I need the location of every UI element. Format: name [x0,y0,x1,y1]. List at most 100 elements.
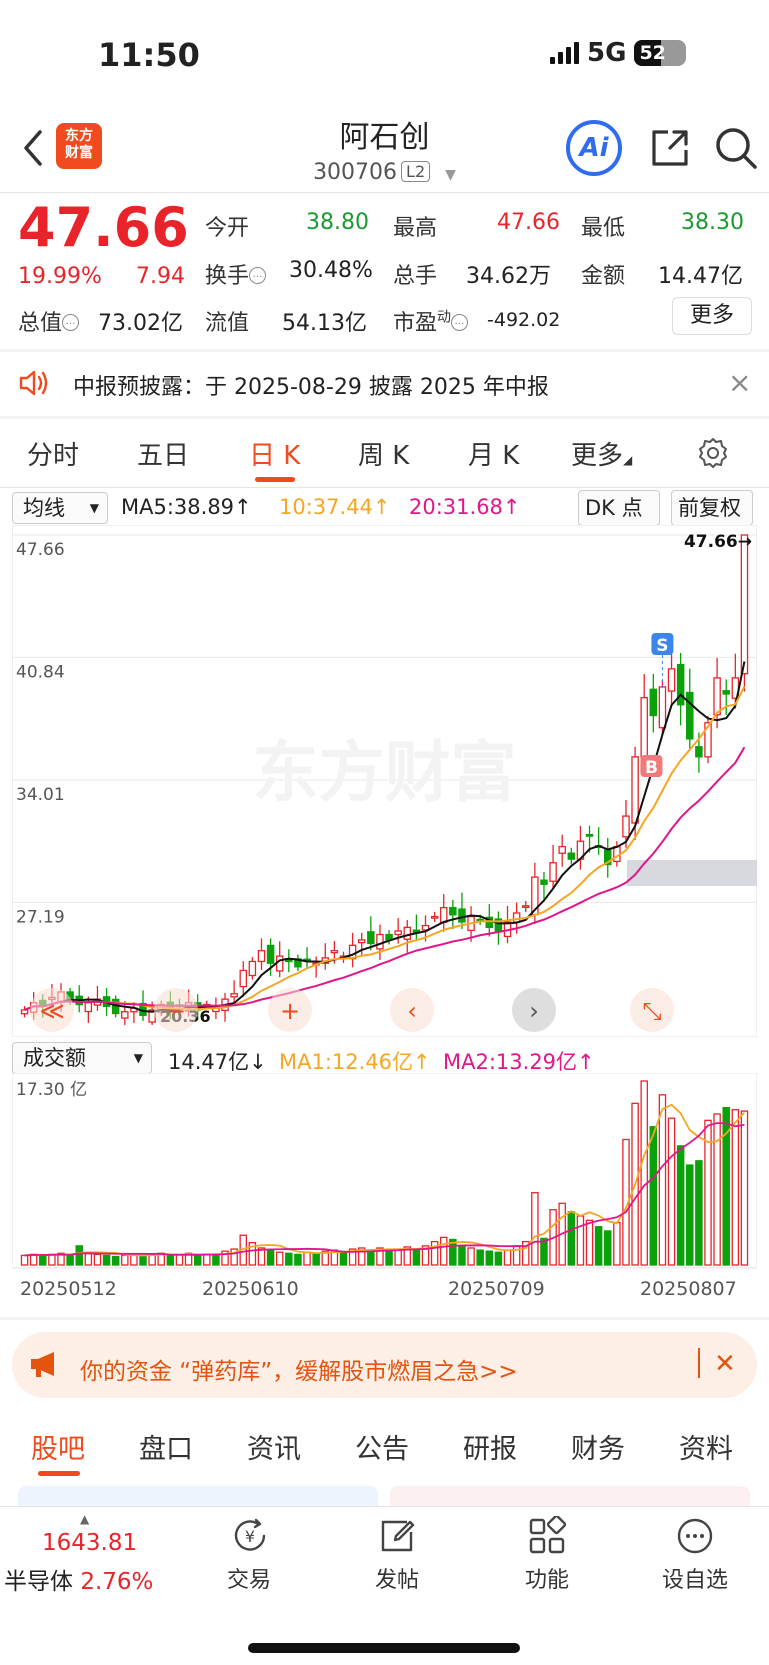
candle-body [558,845,566,854]
tab-research[interactable]: 研报 [463,1427,517,1466]
candle-body [521,905,530,908]
tab-announcements[interactable]: 公告 [355,1427,409,1466]
post-icon[interactable] [377,1516,417,1556]
info-icon[interactable]: … [249,267,267,284]
y-tick-label: 40.84 [16,662,65,682]
dk-point-button[interactable]: DK 点 [578,490,660,526]
candle-body [239,969,248,988]
info-icon[interactable]: … [62,314,80,331]
volume-select[interactable]: 成交额 ▼ [12,1042,152,1074]
adjust-button[interactable]: 前复权 [671,490,753,526]
section-divider [0,349,769,352]
volume-chart[interactable]: 17.30 亿 20250512 20250610 20250709 20250807 [12,1073,757,1318]
trade-icon[interactable]: ¥ [230,1516,270,1556]
promo-divider [698,1348,700,1378]
tab-news[interactable]: 资讯 [247,1427,301,1466]
volume-bar [93,1253,102,1266]
info-icon[interactable]: … [451,314,469,331]
candle-body [640,696,648,758]
candle-body [667,668,676,692]
candle-body [403,926,412,940]
scroll-left-icon[interactable]: ‹ [390,988,434,1032]
tab-profile[interactable]: 资料 [679,1427,733,1466]
amount-label: 金额 [581,264,626,289]
tab-five-day[interactable]: 五日 [137,435,189,472]
ma-select[interactable]: 均线 ▼ [12,492,108,524]
volume-bar [412,1248,421,1266]
candle-body [257,950,266,963]
volume-bar [29,1253,38,1266]
candle-body [230,993,238,998]
tab-forum[interactable]: 股吧 [31,1427,85,1466]
volume-value: 34.62万 [466,264,551,289]
gear-icon[interactable] [696,436,730,470]
volume-bar [312,1252,320,1266]
status-time: 11:50 [98,36,200,74]
promo-text[interactable]: 你的资金 “弹药库”，缓解股市燃眉之急>> [80,1352,518,1386]
candle-body [439,906,448,923]
high-value: 47.66 [497,210,560,235]
volume-bar [294,1253,302,1266]
tab-finance[interactable]: 财务 [571,1427,625,1466]
post-label[interactable]: 发帖 [347,1562,447,1594]
candle-body [540,879,548,885]
tab-weekly-k[interactable]: 周 K [358,435,409,472]
volume-bar [604,1230,612,1266]
volume-bar [367,1249,375,1266]
grid-icon[interactable] [527,1516,567,1556]
close-icon[interactable]: ✕ [714,1349,736,1379]
volume-bar [285,1252,293,1266]
volume-bar [713,1113,721,1266]
ma10-value: 10:37.44↑ [279,495,391,519]
search-icon[interactable] [712,124,760,172]
battery-icon: 52 [634,40,687,66]
nav-button-glyph: › [529,997,539,1025]
fullscreen-icon[interactable]: ⤡ [630,988,674,1032]
candle-body [649,688,658,717]
share-icon[interactable] [648,126,692,170]
volume-ma1: MA1:12.46亿↑ [279,1050,431,1074]
candle-body [394,930,402,936]
ai-button[interactable]: Ai [566,120,622,176]
zoom-in-icon[interactable]: + [268,988,312,1032]
func-label[interactable]: 功能 [497,1562,597,1594]
tab-orderbook[interactable]: 盘口 [139,1427,193,1466]
volume-bar [48,1253,56,1266]
notice-text[interactable]: 中报预披露：于 2025-08-29 披露 2025 年中报 [73,369,549,401]
volume-bar [66,1254,74,1266]
tab-intraday[interactable]: 分时 [27,435,79,472]
zoom-out-icon[interactable]: − [154,988,198,1032]
tab-monthly-k[interactable]: 月 K [468,435,519,472]
close-icon[interactable]: × [728,366,751,399]
megaphone-icon [31,1352,54,1377]
tab-more[interactable]: 更多◢ [571,435,632,472]
caret-up-icon: ▲ [80,1512,90,1526]
tab-daily-k[interactable]: 日 K [249,435,300,472]
more-button[interactable]: 更多 [672,297,752,335]
volume-bar [193,1254,202,1266]
candle-body [248,960,257,977]
trade-label[interactable]: 交易 [199,1562,299,1594]
candle-body [631,756,639,824]
last-price-label: 47.66→ [684,532,752,552]
x-tick-label: 20250512 [20,1278,117,1300]
volume-bar [303,1251,311,1266]
volume-bar [266,1249,275,1266]
kline-chart[interactable]: 47.6640.8434.0127.19东方财富SB47.66→20.36≪−+… [12,525,757,1037]
volume-bar [485,1250,494,1266]
rewind-icon[interactable]: ≪ [30,988,74,1032]
volume-bar [567,1211,576,1266]
more-circle-icon[interactable] [675,1516,715,1556]
candle-body [449,906,457,916]
index-value[interactable]: 1643.81 [42,1530,137,1556]
volume-select-label: 成交额 [23,1046,86,1070]
float-value: 54.13亿 [282,311,367,336]
watch-label[interactable]: 设自选 [645,1562,745,1594]
sector-info[interactable]: 半导体 2.76% [4,1562,153,1596]
candle-body [275,955,284,972]
scroll-right-icon[interactable]: › [512,988,556,1032]
volume-bar [676,1145,685,1266]
volume-bar [594,1226,603,1266]
volume-bar [439,1236,448,1266]
volume-bar [111,1255,120,1266]
